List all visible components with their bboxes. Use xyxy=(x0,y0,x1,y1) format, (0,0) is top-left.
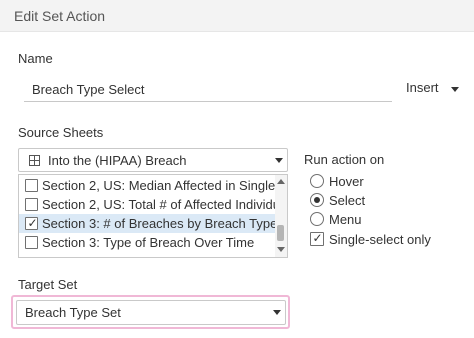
data-source-grid-icon xyxy=(29,155,40,166)
insert-button[interactable]: Insert xyxy=(406,80,439,95)
target-set-label: Target Set xyxy=(18,277,78,292)
sheet-checkbox[interactable]: ✓ xyxy=(25,216,38,230)
insert-label: Insert xyxy=(406,80,439,95)
dialog-title: Edit Set Action xyxy=(14,8,106,24)
sheet-checkbox[interactable] xyxy=(25,236,38,249)
radio-hover-label: Hover xyxy=(329,174,364,189)
data-source-dropdown[interactable]: Into the (HIPAA) Breach xyxy=(18,148,288,172)
name-input[interactable]: Breach Type Select xyxy=(24,78,392,102)
target-set-dropdown[interactable]: Breach Type Set xyxy=(16,300,286,325)
scroll-down-arrow-icon[interactable] xyxy=(277,247,285,252)
name-label: Name xyxy=(18,51,53,66)
sheet-checkbox[interactable] xyxy=(25,179,38,192)
sheet-label: Section 2, US: Total # of Affected Indiv… xyxy=(42,197,288,212)
radio-select-label: Select xyxy=(329,193,366,208)
data-source-chevron-down-icon xyxy=(275,158,283,163)
data-source-value: Into the (HIPAA) Breach xyxy=(48,153,187,168)
scroll-up-arrow-icon[interactable] xyxy=(277,179,285,184)
insert-chevron-down-icon[interactable] xyxy=(451,87,459,92)
sheet-label: Section 2, US: Median Affected in Single… xyxy=(42,178,288,193)
name-value: Breach Type Select xyxy=(32,82,145,97)
run-action-label: Run action on xyxy=(304,152,385,167)
target-set-chevron-down-icon xyxy=(273,310,281,315)
check-icon: ✓ xyxy=(27,216,38,230)
sheet-label: Section 3: # of Breaches by Breach Type xyxy=(42,216,278,231)
list-item[interactable]: ✓ Section 3: # of Breaches by Breach Typ… xyxy=(19,214,278,233)
single-select-checkbox[interactable]: ✓ xyxy=(310,231,324,246)
scroll-thumb[interactable] xyxy=(277,225,284,241)
target-set-value: Breach Type Set xyxy=(25,305,121,320)
list-item[interactable]: Section 2, US: Total # of Affected Indiv… xyxy=(19,195,287,214)
radio-hover[interactable] xyxy=(310,174,324,188)
list-scrollbar[interactable] xyxy=(275,175,287,257)
sheet-checkbox[interactable] xyxy=(25,198,38,211)
list-item[interactable]: Section 3: Type of Breach Over Time xyxy=(19,233,275,252)
radio-selected-dot xyxy=(314,197,320,203)
radio-menu-label: Menu xyxy=(329,212,362,227)
source-sheets-label: Source Sheets xyxy=(18,125,104,140)
source-sheets-list[interactable]: Section 2, US: Median Affected in Single… xyxy=(18,174,288,258)
single-select-label: Single-select only xyxy=(329,232,431,247)
list-item[interactable]: Section 2, US: Median Affected in Single… xyxy=(19,176,287,195)
sheet-label: Section 3: Type of Breach Over Time xyxy=(42,235,255,250)
radio-menu[interactable] xyxy=(310,212,324,226)
check-icon: ✓ xyxy=(312,231,323,245)
radio-select[interactable] xyxy=(310,193,324,207)
dialog-titlebar: Edit Set Action xyxy=(0,0,474,32)
